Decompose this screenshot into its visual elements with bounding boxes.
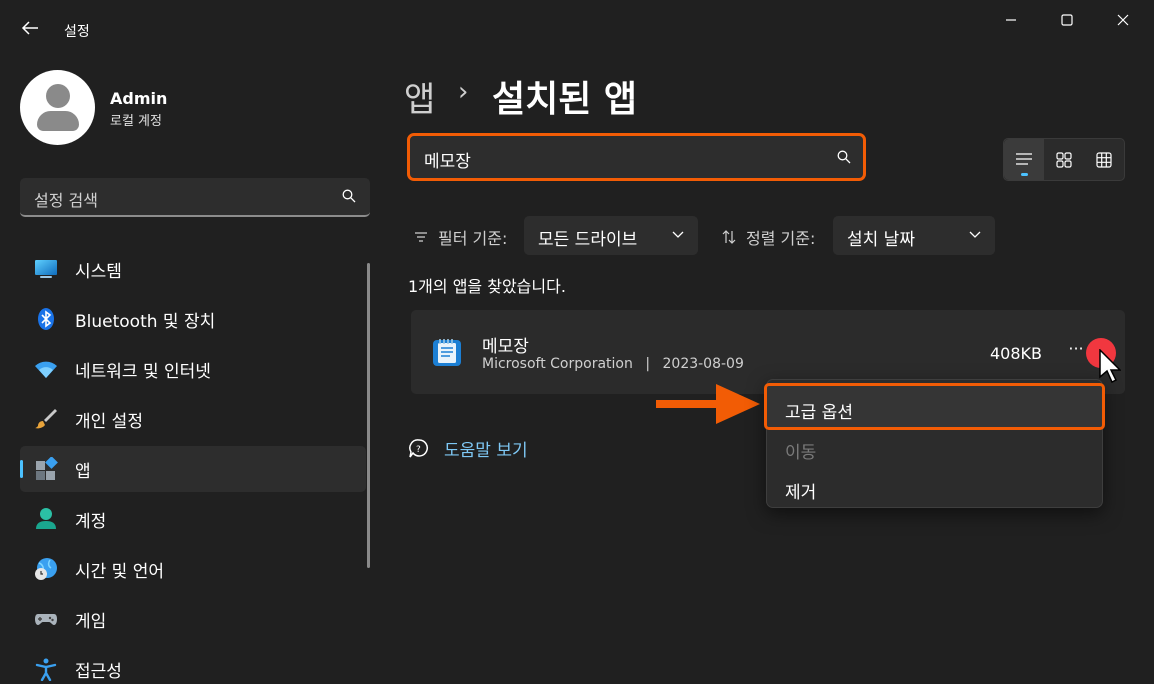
monitor-icon bbox=[35, 260, 57, 278]
menu-item-advanced-options[interactable]: 고급 옵션 bbox=[764, 383, 1105, 430]
sidebar-item-apps[interactable]: 앱 bbox=[20, 446, 366, 492]
app-install-date: 2023-08-09 bbox=[662, 356, 744, 372]
accessibility-icon bbox=[35, 658, 57, 681]
list-view-button[interactable] bbox=[1004, 139, 1044, 180]
sidebar-item-label: 시간 및 언어 bbox=[75, 562, 165, 582]
gamepad-icon bbox=[35, 614, 57, 625]
result-count: 1개의 앱을 찾았습니다. bbox=[408, 277, 566, 296]
sidebar-item-label: 앱 bbox=[75, 462, 91, 482]
sidebar-scrollbar[interactable] bbox=[367, 263, 370, 568]
orange-arrow-icon bbox=[656, 384, 760, 424]
mouse-cursor-icon bbox=[1099, 349, 1121, 383]
active-view-indicator bbox=[1021, 173, 1028, 176]
tile-view-icon bbox=[1096, 151, 1112, 168]
maximize-icon bbox=[1061, 14, 1073, 26]
sort-label-text: 정렬 기준: bbox=[746, 229, 816, 248]
tile-view-button[interactable] bbox=[1084, 139, 1124, 180]
app-size: 408KB bbox=[989, 344, 1042, 363]
account-type: 로컬 계정 bbox=[110, 114, 162, 129]
settings-search-placeholder: 설정 검색 bbox=[34, 191, 98, 210]
sidebar-item-bluetooth[interactable]: Bluetooth 및 장치 bbox=[20, 296, 366, 342]
help-icon: ? bbox=[409, 438, 428, 457]
apps-icon bbox=[36, 457, 58, 480]
user-name: Admin bbox=[110, 89, 168, 108]
sidebar-item-label: 개인 설정 bbox=[75, 412, 143, 432]
menu-item-uninstall[interactable]: 제거 bbox=[767, 468, 1102, 508]
filter-label-text: 필터 기준: bbox=[438, 229, 508, 248]
sidebar-item-label: 게임 bbox=[75, 612, 107, 632]
back-arrow-icon bbox=[21, 21, 38, 35]
back-button[interactable] bbox=[18, 20, 42, 42]
sidebar-item-label: 네트워크 및 인터넷 bbox=[75, 362, 211, 382]
minimize-button[interactable] bbox=[988, 6, 1034, 34]
filter-value: 모든 드라이브 bbox=[538, 230, 638, 250]
sort-label: 정렬 기준: bbox=[722, 225, 815, 249]
list-view-icon bbox=[1016, 152, 1032, 165]
search-icon bbox=[342, 189, 356, 203]
bluetooth-icon bbox=[38, 308, 54, 330]
breadcrumb-separator: › bbox=[458, 77, 469, 107]
filter-label: 필터 기준: bbox=[414, 225, 507, 249]
menu-item-move: 이동 bbox=[767, 428, 1102, 468]
sort-icon bbox=[722, 230, 736, 244]
title-bar: 설정 bbox=[0, 0, 1154, 60]
sort-value: 설치 날짜 bbox=[847, 230, 915, 250]
app-publisher: Microsoft Corporation bbox=[482, 356, 633, 372]
chevron-down-icon bbox=[672, 231, 684, 238]
wifi-icon bbox=[35, 361, 57, 378]
sidebar-item-gaming[interactable]: 게임 bbox=[20, 596, 366, 642]
active-indicator bbox=[20, 460, 23, 478]
avatar-body bbox=[37, 111, 79, 131]
avatar[interactable] bbox=[20, 70, 95, 145]
app-meta: Microsoft Corporation | 2023-08-09 bbox=[482, 356, 744, 372]
settings-search-input[interactable]: 설정 검색 bbox=[20, 178, 370, 217]
sidebar-item-label: 접근성 bbox=[75, 662, 122, 682]
sidebar-item-accessibility[interactable]: 접근성 bbox=[20, 646, 366, 684]
chevron-down-icon bbox=[969, 231, 981, 238]
person-icon bbox=[36, 508, 56, 529]
maximize-button[interactable] bbox=[1044, 6, 1090, 34]
sidebar-item-system[interactable]: 시스템 bbox=[20, 246, 366, 292]
sidebar-item-accounts[interactable]: 계정 bbox=[20, 496, 366, 542]
globe-clock-icon bbox=[35, 558, 57, 580]
view-toggle-group bbox=[1003, 138, 1125, 181]
close-button[interactable] bbox=[1100, 6, 1146, 34]
menu-item-label: 고급 옵션 bbox=[785, 403, 853, 423]
grid-view-button[interactable] bbox=[1044, 139, 1084, 180]
filter-icon bbox=[415, 232, 427, 242]
app-name: 메모장 bbox=[482, 337, 529, 357]
brush-icon bbox=[35, 409, 57, 429]
sidebar-item-time-language[interactable]: 시간 및 언어 bbox=[20, 546, 366, 592]
app-search-input[interactable]: 메모장 bbox=[407, 133, 866, 181]
help-link-text: 도움말 보기 bbox=[444, 441, 528, 461]
help-link[interactable]: ? 도움말 보기 bbox=[408, 436, 528, 461]
sidebar-item-personalization[interactable]: 개인 설정 bbox=[20, 396, 366, 442]
search-icon bbox=[837, 150, 851, 164]
menu-item-label: 제거 bbox=[785, 483, 817, 503]
menu-item-label: 이동 bbox=[785, 443, 817, 463]
breadcrumb-parent[interactable]: 앱 bbox=[404, 72, 435, 121]
svg-text:?: ? bbox=[416, 445, 421, 455]
sidebar-nav: 시스템 Bluetooth 및 장치 네트워크 및 인터넷 개인 설정 앱 계정… bbox=[20, 246, 366, 684]
app-search-value: 메모장 bbox=[424, 152, 471, 172]
context-menu: 고급 옵션 이동 제거 bbox=[764, 379, 1105, 508]
sidebar-item-label: Bluetooth 및 장치 bbox=[75, 312, 216, 332]
sidebar-item-network[interactable]: 네트워크 및 인터넷 bbox=[20, 346, 366, 392]
sidebar-item-label: 계정 bbox=[75, 512, 107, 532]
notepad-icon bbox=[433, 339, 461, 366]
avatar-head bbox=[46, 84, 70, 108]
minimize-icon bbox=[1006, 19, 1016, 21]
filter-dropdown[interactable]: 모든 드라이브 bbox=[524, 216, 698, 255]
page-title: 설치된 앱 bbox=[492, 79, 638, 120]
meta-separator: | bbox=[645, 356, 651, 372]
sort-dropdown[interactable]: 설치 날짜 bbox=[833, 216, 995, 255]
window-title: 설정 bbox=[64, 24, 90, 40]
sidebar-item-label: 시스템 bbox=[75, 262, 122, 282]
close-icon bbox=[1117, 14, 1129, 26]
grid-view-icon bbox=[1056, 151, 1072, 168]
